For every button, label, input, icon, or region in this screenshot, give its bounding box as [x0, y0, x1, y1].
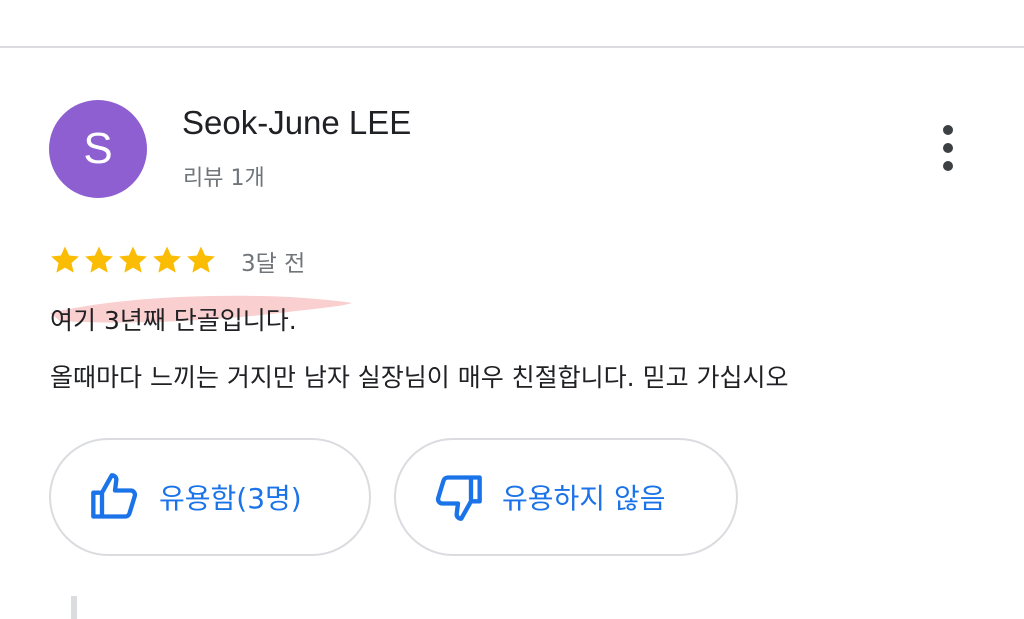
review-text-line-2: 올때마다 느끼는 거지만 남자 실장님이 매우 친절합니다. 믿고 가십시오: [50, 363, 789, 392]
star-icon: [51, 246, 79, 273]
star-icon: [187, 246, 215, 273]
reviewer-name[interactable]: Seok-June LEE: [182, 104, 411, 142]
star-rating: [48, 241, 218, 279]
more-options-button[interactable]: [928, 118, 968, 178]
review-text-line-1: 여기 3년째 단골입니다.: [50, 306, 297, 335]
helpful-button[interactable]: 유용함(3명): [49, 438, 371, 556]
more-vert-icon-dot: [943, 143, 953, 153]
more-vert-icon: [943, 125, 953, 135]
thumbs-up-icon: [89, 471, 141, 523]
top-divider: [0, 46, 1024, 48]
review-time: 3달 전: [241, 251, 306, 277]
star-icon: [153, 246, 181, 273]
avatar[interactable]: S: [49, 100, 147, 198]
not-helpful-button[interactable]: 유용하지 않음: [394, 438, 738, 556]
reviewer-review-count: 리뷰 1개: [183, 166, 265, 191]
not-helpful-label: 유용하지 않음: [502, 482, 666, 515]
more-vert-icon-dot: [943, 161, 953, 171]
helpful-label: 유용함(3명): [159, 482, 302, 515]
star-icon: [119, 246, 147, 273]
scroll-indicator: [71, 596, 77, 619]
star-icon: [85, 246, 113, 273]
avatar-initial: S: [83, 124, 113, 173]
thumbs-down-icon: [432, 471, 484, 523]
